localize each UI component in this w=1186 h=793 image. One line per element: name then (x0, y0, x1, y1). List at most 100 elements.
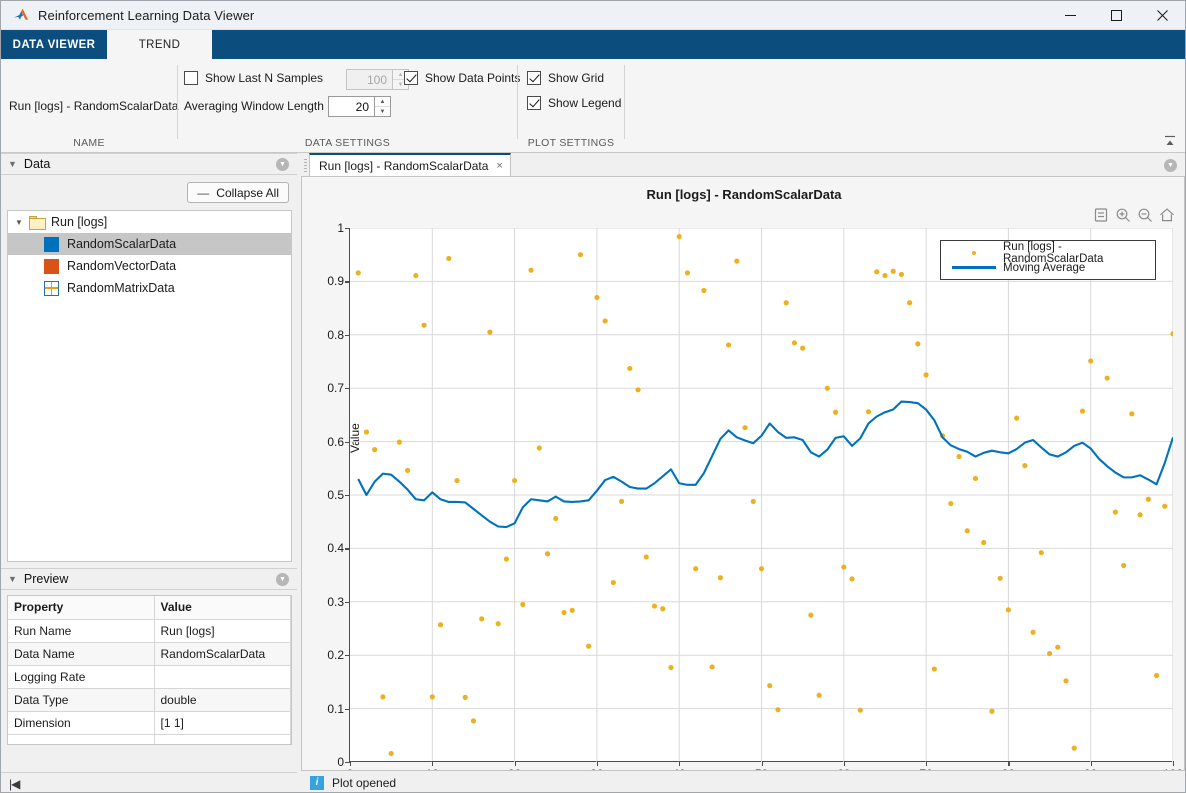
x-tick-mark (432, 761, 433, 766)
show-grid-checkbox[interactable]: Show Grid (527, 71, 604, 85)
maximize-button[interactable] (1093, 1, 1139, 30)
show-last-n-samples-label: Show Last N Samples (205, 71, 323, 85)
tree-item-randomscalardata[interactable]: RandomScalarData (8, 233, 291, 255)
document-tab-label: Run [logs] - RandomScalarData (319, 159, 488, 173)
last-n-samples-stepper[interactable]: ▲ ▼ (346, 69, 409, 90)
y-tick-label: 0.3 (327, 595, 344, 609)
show-legend-check-box-glyph (527, 96, 541, 110)
y-tick-label: 0.6 (327, 435, 344, 449)
averaging-down-icon[interactable]: ▼ (375, 107, 390, 116)
document-tab-options-icon[interactable]: ▼ (1164, 159, 1177, 172)
ribbon-group-data-settings-label: DATA SETTINGS (178, 137, 517, 149)
tab-trend-label: TREND (139, 39, 181, 51)
y-tick-label: 0.9 (327, 274, 344, 288)
data-panel-body: — Collapse All ▼ Run [logs] RandomScalar… (1, 176, 297, 568)
table-row[interactable]: Logging Rate (8, 665, 291, 688)
zoom-out-icon[interactable] (1136, 206, 1154, 224)
data-panel: ▼ Data ▼ — Collapse All ▼ Run [logs] (1, 153, 297, 568)
preview-value-dimension: [1 1] (154, 711, 291, 734)
show-last-n-samples-checkbox[interactable]: Show Last N Samples (184, 71, 323, 85)
matrix-data-grid-icon (44, 281, 59, 296)
data-tree[interactable]: ▼ Run [logs] RandomScalarData RandomVect… (7, 210, 292, 562)
document-tab-run-logs-randomscalardata[interactable]: Run [logs] - RandomScalarData × (309, 153, 511, 176)
averaging-window-length-input[interactable] (328, 96, 374, 117)
show-legend-checkbox[interactable]: Show Legend (527, 96, 621, 110)
preview-panel-title: Preview (24, 572, 68, 586)
chart-legend[interactable]: Run [logs] - RandomScalarData Moving Ave… (940, 240, 1156, 280)
data-panel-title: Data (24, 157, 50, 171)
preview-value-data-name: RandomScalarData (154, 642, 291, 665)
preview-property-data-type: Data Type (8, 688, 154, 711)
averaging-window-length-spin-buttons[interactable]: ▲ ▼ (374, 96, 391, 117)
show-data-points-label: Show Data Points (425, 71, 520, 85)
preview-table: Property Value Run Name Run [logs] Data … (7, 595, 292, 745)
tree-item-randomvectordata-label: RandomVectorData (67, 259, 176, 273)
tree-item-randommatrixdata[interactable]: RandomMatrixData (8, 277, 291, 299)
show-legend-label: Show Legend (548, 96, 621, 110)
ribbon-group-name-label: NAME (1, 137, 177, 149)
preview-empty-cell-2 (154, 734, 291, 745)
y-tick-label: 0.5 (327, 488, 344, 502)
info-icon: i (310, 776, 324, 790)
tab-trend[interactable]: TREND (107, 30, 212, 59)
tab-drag-grip-icon[interactable] (302, 154, 309, 176)
y-tick-label: 0.1 (327, 702, 344, 716)
tree-item-randomvectordata[interactable]: RandomVectorData (8, 255, 291, 277)
y-tick-mark (345, 655, 350, 656)
averaging-up-icon[interactable]: ▲ (375, 97, 390, 107)
ribbon: Run [logs] - RandomScalarData NAME Show … (1, 59, 1185, 153)
preview-panel-collapse-caret-icon[interactable]: ▼ (8, 574, 17, 584)
ribbon-separator-3 (624, 65, 625, 139)
collapse-ribbon-icon[interactable] (1163, 134, 1177, 148)
preview-col-value: Value (154, 596, 291, 619)
document-tab-bar: Run [logs] - RandomScalarData × ▼ (301, 153, 1185, 177)
ribbon-group-data-settings: Show Last N Samples ▲ ▼ Averaging Window… (178, 59, 517, 153)
preview-value-run-name: Run [logs] (154, 619, 291, 642)
close-button[interactable] (1139, 1, 1185, 30)
data-panel-header: ▼ Data ▼ (1, 153, 297, 175)
zoom-in-icon[interactable] (1114, 206, 1132, 224)
show-data-points-check-box-glyph (404, 71, 418, 85)
y-tick-mark (345, 709, 350, 710)
restore-view-icon[interactable] (1158, 206, 1176, 224)
collapse-all-button[interactable]: — Collapse All (187, 182, 289, 203)
legend-marker-line-icon (945, 266, 1003, 268)
collapse-all-label: Collapse All (216, 186, 279, 200)
data-panel-collapse-caret-icon[interactable]: ▼ (8, 159, 17, 169)
data-tip-icon[interactable] (1092, 206, 1110, 224)
preview-property-logging-rate: Logging Rate (8, 665, 154, 688)
title-bar: Reinforcement Learning Data Viewer (1, 1, 1185, 30)
minimize-button[interactable] (1047, 1, 1093, 30)
table-row[interactable]: Run Name Run [logs] (8, 619, 291, 642)
show-data-points-checkbox[interactable]: Show Data Points (404, 71, 520, 85)
x-tick-mark (1173, 761, 1174, 766)
preview-property-dimension: Dimension (8, 711, 154, 734)
chart-title: Run [logs] - RandomScalarData (302, 187, 1186, 202)
close-icon[interactable]: × (496, 160, 502, 172)
tab-data-viewer[interactable]: DATA VIEWER (1, 30, 107, 59)
y-tick-label: 1 (337, 221, 344, 235)
folder-icon (29, 216, 44, 228)
x-tick-mark (1091, 761, 1092, 766)
vector-data-swatch-icon (44, 259, 59, 274)
document-status-bar: i Plot opened (301, 770, 1185, 793)
tree-item-randommatrixdata-label: RandomMatrixData (67, 281, 175, 295)
averaging-window-length-stepper[interactable]: ▲ ▼ (328, 96, 391, 117)
last-n-samples-input[interactable] (346, 69, 392, 90)
preview-table-header-row: Property Value (8, 596, 291, 619)
chart-moving-average-line (358, 402, 1173, 527)
table-row[interactable]: Data Name RandomScalarData (8, 642, 291, 665)
preview-panel-options-icon[interactable]: ▼ (276, 573, 289, 586)
ribbon-tab-strip: DATA VIEWER TREND (1, 30, 1185, 59)
left-dock: ▼ Data ▼ — Collapse All ▼ Run [logs] (1, 153, 297, 772)
table-row[interactable]: Dimension [1 1] (8, 711, 291, 734)
tree-item-run-logs[interactable]: ▼ Run [logs] (8, 211, 291, 233)
y-tick-label: 0.2 (327, 648, 344, 662)
chart-plot-box[interactable]: Value 00.10.20.30.40.50.60.70.80.91 0102… (349, 228, 1172, 762)
table-row[interactable]: Data Type double (8, 688, 291, 711)
ribbon-group-plot-settings-label: PLOT SETTINGS (518, 137, 624, 149)
data-panel-options-icon[interactable]: ▼ (276, 158, 289, 171)
chart-canvas (350, 228, 1173, 762)
tree-expand-caret-icon[interactable]: ▼ (15, 218, 29, 227)
jump-to-start-icon[interactable]: |◀ (9, 777, 19, 791)
